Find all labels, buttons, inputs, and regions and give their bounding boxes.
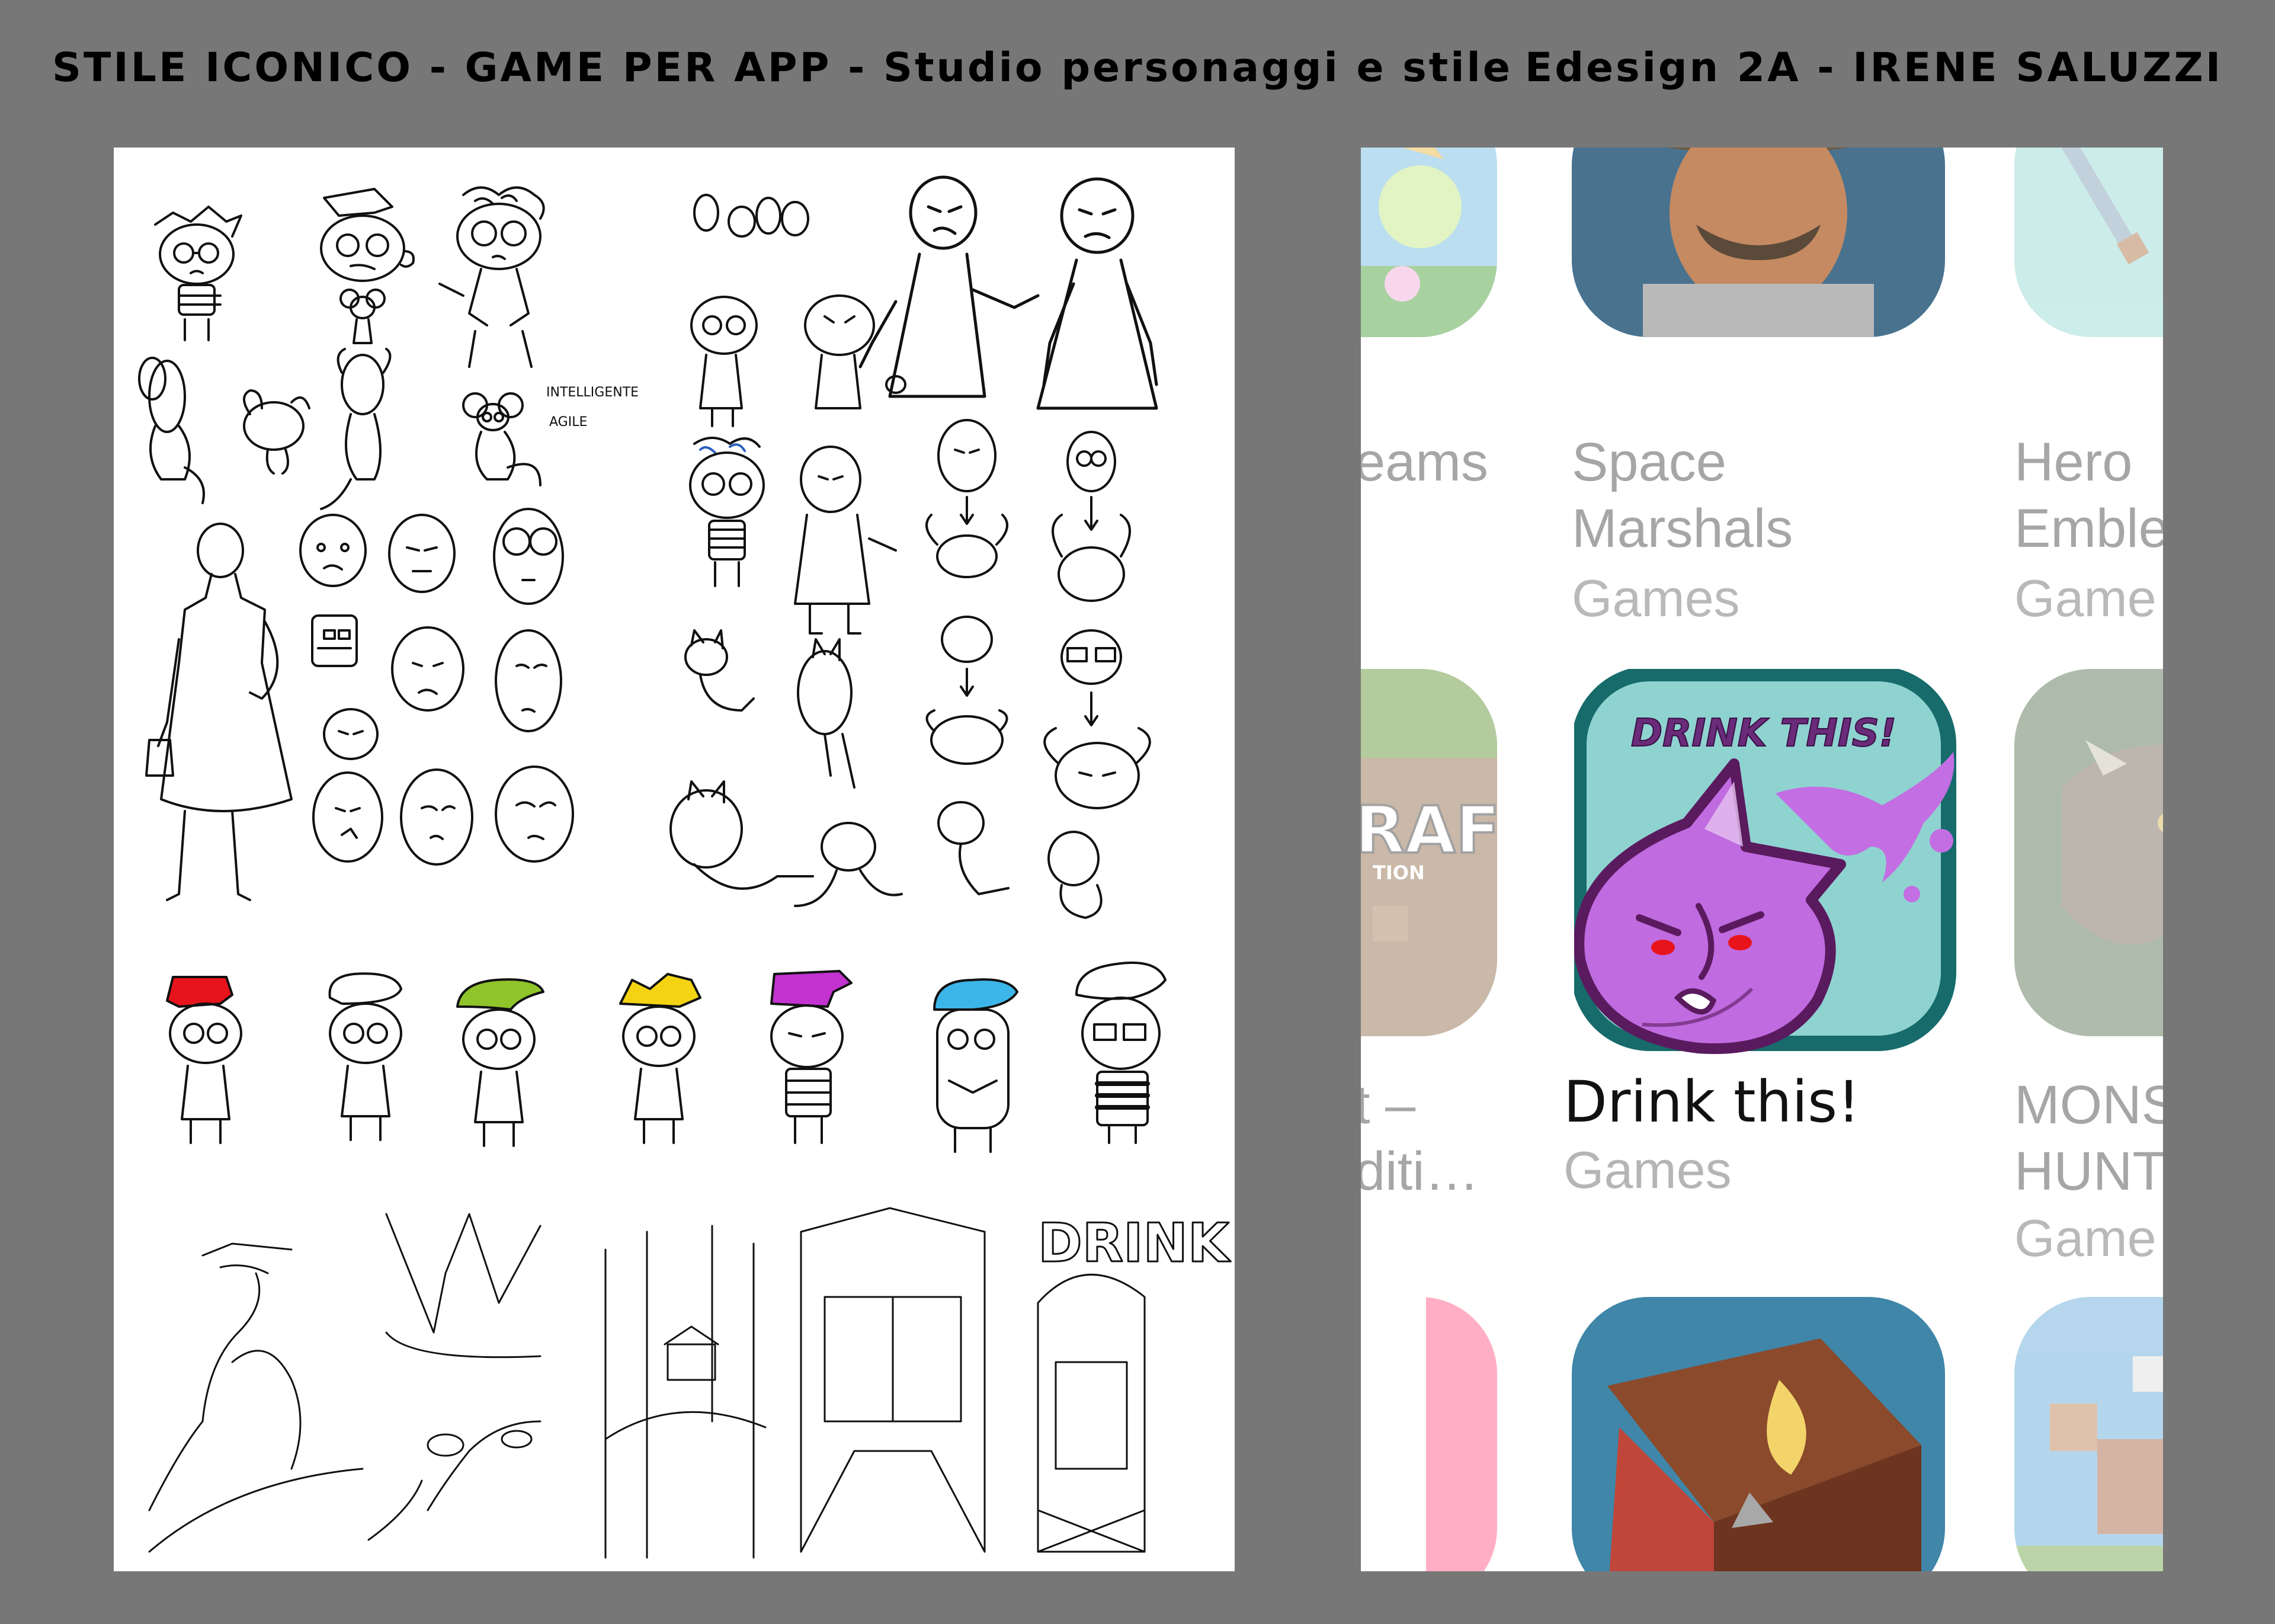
sketch-old-witch-2 <box>1036 177 1158 410</box>
sketch-colored-boys <box>166 961 1167 1153</box>
sword-icon[interactable] <box>2014 148 2163 337</box>
flower-game-icon[interactable] <box>1361 148 1497 337</box>
app-category-drink-this: Games <box>1563 1141 1732 1199</box>
sketch-transform-heads <box>925 419 1131 602</box>
sketch-grandma <box>794 446 897 635</box>
sketch-mice-group <box>138 348 392 510</box>
sketch-boy-3 <box>438 186 545 368</box>
sketch-sheet: INTELLIGENTE AGILE DRINK <box>114 148 1235 1571</box>
cowboy-icon[interactable] <box>1572 148 1945 337</box>
craft-title: RAFT <box>1361 792 1497 868</box>
sketch-mice-row-top <box>693 194 809 238</box>
page-title: STILE ICONICO - GAME PER APP - Studio pe… <box>52 44 1513 91</box>
sketch-boy-2 <box>320 188 415 282</box>
note-intelligente: INTELLIGENTE <box>546 385 639 400</box>
sketch-boy-striped <box>689 437 765 587</box>
drink-this-icon-title: DRINK THIS! <box>1631 712 1896 755</box>
note-agile: AGILE <box>549 415 587 430</box>
author-title: Edesign 2A - IRENE SALUZZI <box>1524 44 2223 91</box>
sketch-drink-lettering: DRINK <box>1038 1212 1231 1274</box>
spellbook-icon[interactable] <box>1572 1297 1945 1571</box>
app-category-hero: Game <box>2014 569 2157 627</box>
sketch-woman <box>145 523 293 901</box>
sketch-boy-1 <box>154 206 242 341</box>
app-category-monster: Game <box>2014 1209 2157 1267</box>
app-name-drink-this[interactable]: Drink this! <box>1563 1069 1860 1135</box>
pixel-viking-icon[interactable] <box>2014 1297 2163 1571</box>
sketch-mouse-small <box>339 289 386 344</box>
app-name-hero-line2[interactable]: Emble <box>2014 495 2163 562</box>
sketch-environments <box>148 1207 1146 1559</box>
pink-app-icon[interactable] <box>1361 1297 1497 1571</box>
monster-icon[interactable] <box>2014 669 2163 1036</box>
app-name-hero-line1[interactable]: Hero <box>2014 429 2132 495</box>
app-name-space-line1[interactable]: Space <box>1572 429 1726 495</box>
app-category-space: Games <box>1572 569 1740 627</box>
sketch-heads-grid <box>299 508 574 866</box>
craft-subtitle: TION <box>1373 861 1425 884</box>
craft-block-icon[interactable]: RAFT TION <box>1361 669 1497 1036</box>
drink-this-icon[interactable]: DRINK THIS! <box>1571 666 1956 1054</box>
sketch-old-witch-1 <box>858 175 1040 398</box>
sketch-boys-pair <box>690 294 906 427</box>
app-name-craft-line1[interactable]: t – <box>1361 1072 1415 1138</box>
app-name-craft-line2[interactable]: diti… <box>1361 1138 1479 1205</box>
app-store-grid: eams Space Marshals Games Hero Emble Gam… <box>1361 148 2163 1571</box>
app-name-monster-line1[interactable]: MONS <box>2014 1072 2163 1138</box>
app-name-partial-1[interactable]: eams <box>1361 429 1488 495</box>
sketch-mouse-agile <box>462 392 541 486</box>
app-name-monster-line2[interactable]: HUNT <box>2014 1138 2163 1205</box>
sketch-cats <box>669 616 1151 919</box>
app-name-space-line2[interactable]: Marshals <box>1572 495 1793 562</box>
